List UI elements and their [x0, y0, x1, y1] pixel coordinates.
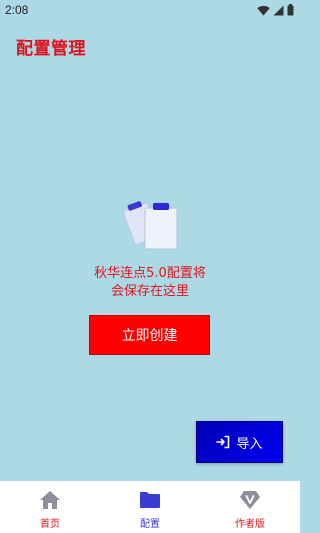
- import-label: 导入: [236, 436, 263, 452]
- empty-state-message: 秋华连点5.0配置将 会保存在这里: [0, 265, 300, 301]
- login-arrow-icon: [216, 435, 230, 449]
- create-now-label: 立即创建: [121, 328, 178, 344]
- import-button[interactable]: 导入: [196, 421, 283, 463]
- status-time: 2:08: [5, 3, 29, 17]
- nav-item-config[interactable]: 配置: [100, 481, 200, 533]
- battery-icon: [287, 4, 294, 16]
- clipboard-icon: [122, 198, 181, 252]
- nav-item-home[interactable]: 首页: [0, 481, 100, 533]
- v-badge-icon: [239, 489, 261, 511]
- nav-label-config: 配置: [140, 519, 160, 530]
- empty-state-line-1: 秋华连点5.0配置将: [94, 266, 206, 281]
- nav-label-author: 作者版: [235, 519, 265, 530]
- wifi-icon: [257, 5, 270, 15]
- status-icons: [257, 4, 294, 16]
- page-title: 配置管理: [16, 39, 86, 59]
- nav-label-home: 首页: [40, 519, 60, 530]
- status-bar: 2:08: [0, 0, 300, 22]
- empty-state-line-2: 会保存在这里: [110, 284, 189, 299]
- home-icon: [39, 489, 61, 511]
- bottom-nav: 首页 配置 作者版: [0, 481, 300, 533]
- nav-item-author[interactable]: 作者版: [200, 481, 300, 533]
- signal-icon: [273, 5, 284, 15]
- folder-icon: [139, 489, 161, 511]
- create-now-button[interactable]: 立即创建: [89, 315, 210, 355]
